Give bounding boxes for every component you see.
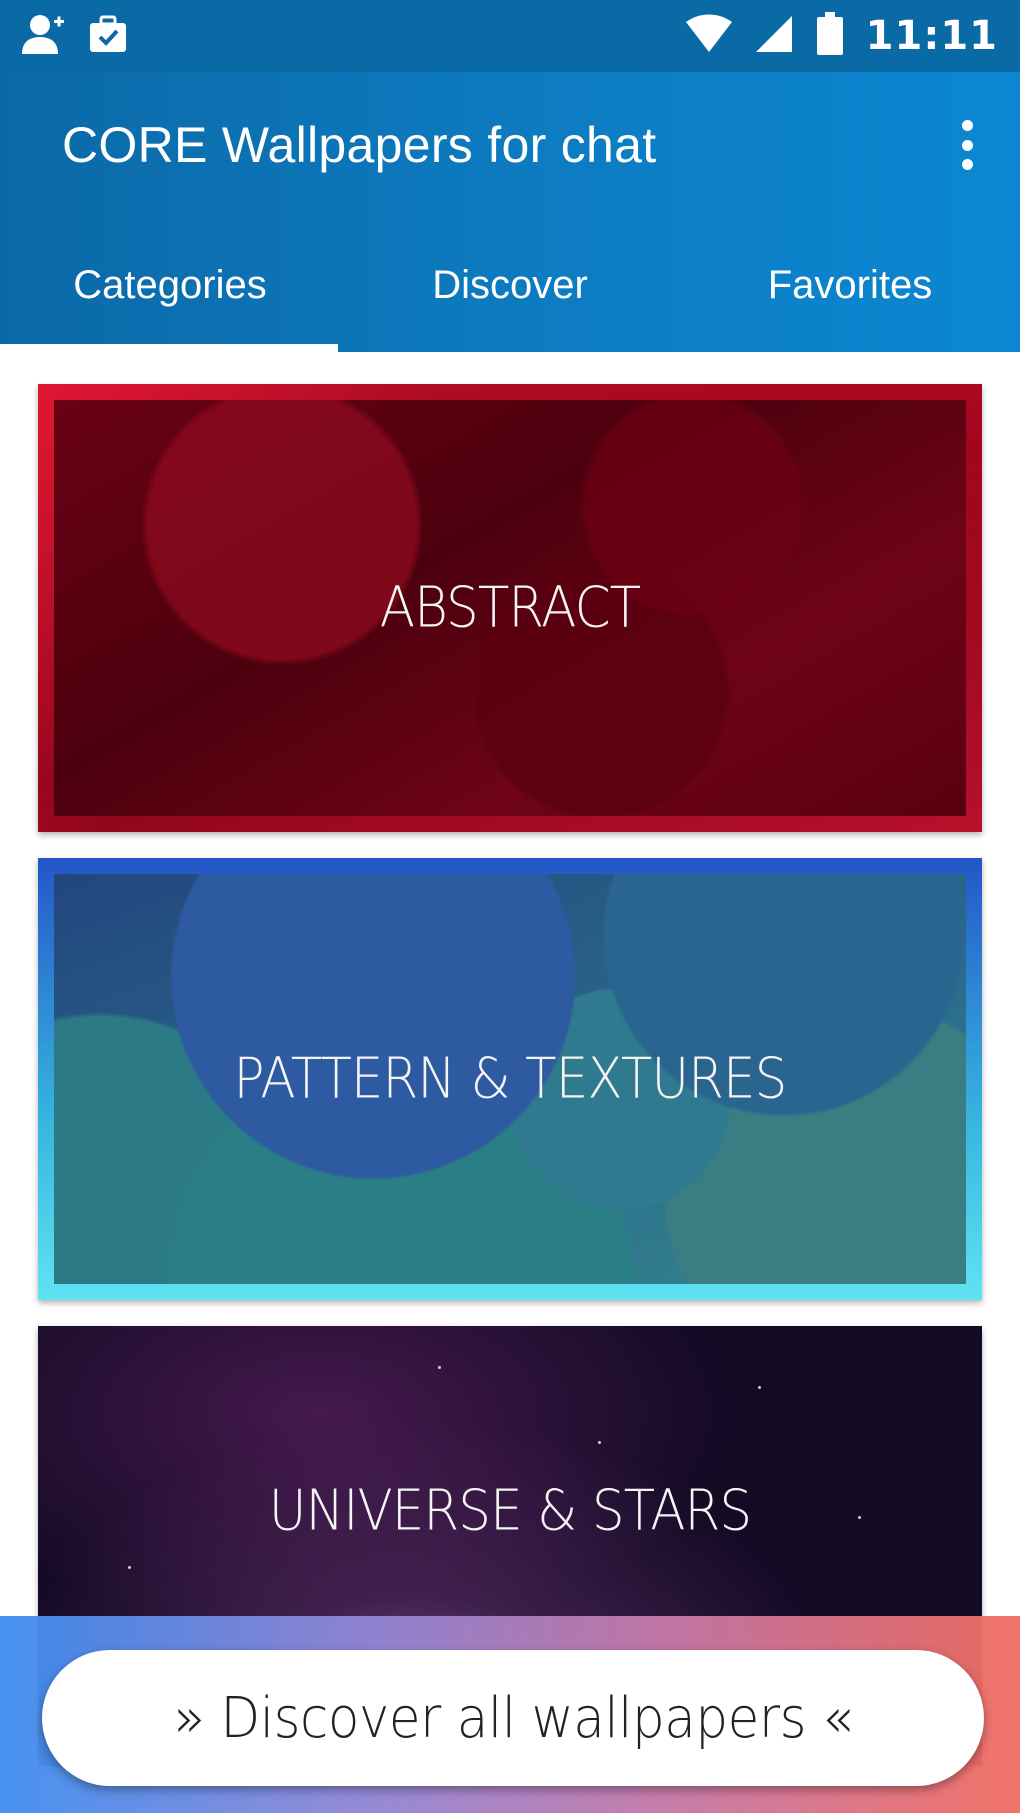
tab-indicator [0,344,338,352]
app-bar: CORE Wallpapers for chat Categories Disc… [0,72,1020,352]
status-left-icons [20,12,128,61]
category-label: UNIVERSE & STARS [268,1478,752,1544]
tab-label: Favorites [767,263,933,307]
add-person-icon [20,12,66,61]
battery-icon [816,11,844,61]
wifi-icon [685,14,732,59]
briefcase-check-icon [88,14,128,59]
star-decoration [438,1366,441,1369]
tab-bar: Categories Discover Favorites [0,247,1020,352]
category-label: ABSTRACT [379,575,641,641]
tab-discover[interactable]: Discover [340,247,680,352]
category-list[interactable]: ABSTRACT PATTERN & TEXTURES UNIVERSE & S… [0,352,1020,1813]
discover-all-wallpapers-button[interactable]: » Discover all wallpapers « [42,1650,984,1786]
category-card-pattern-textures[interactable]: PATTERN & TEXTURES [38,858,982,1300]
star-decoration [758,1386,761,1389]
tab-favorites[interactable]: Favorites [680,247,1020,352]
status-bar: 11:11 [0,0,1020,72]
discover-button-label: » Discover all wallpapers « [173,1685,853,1751]
star-decoration [128,1566,131,1569]
more-vert-icon[interactable] [952,114,982,176]
category-label: PATTERN & TEXTURES [233,1046,788,1112]
category-card-abstract[interactable]: ABSTRACT [38,384,982,832]
cellular-signal-icon [754,14,794,59]
tab-categories[interactable]: Categories [0,247,340,352]
tab-label: Categories [73,263,267,307]
status-right-icons: 11:11 [685,11,998,61]
status-time: 11:11 [865,13,998,59]
star-decoration [598,1441,601,1444]
tab-label: Discover [432,263,588,307]
app-title: CORE Wallpapers for chat [62,117,657,173]
